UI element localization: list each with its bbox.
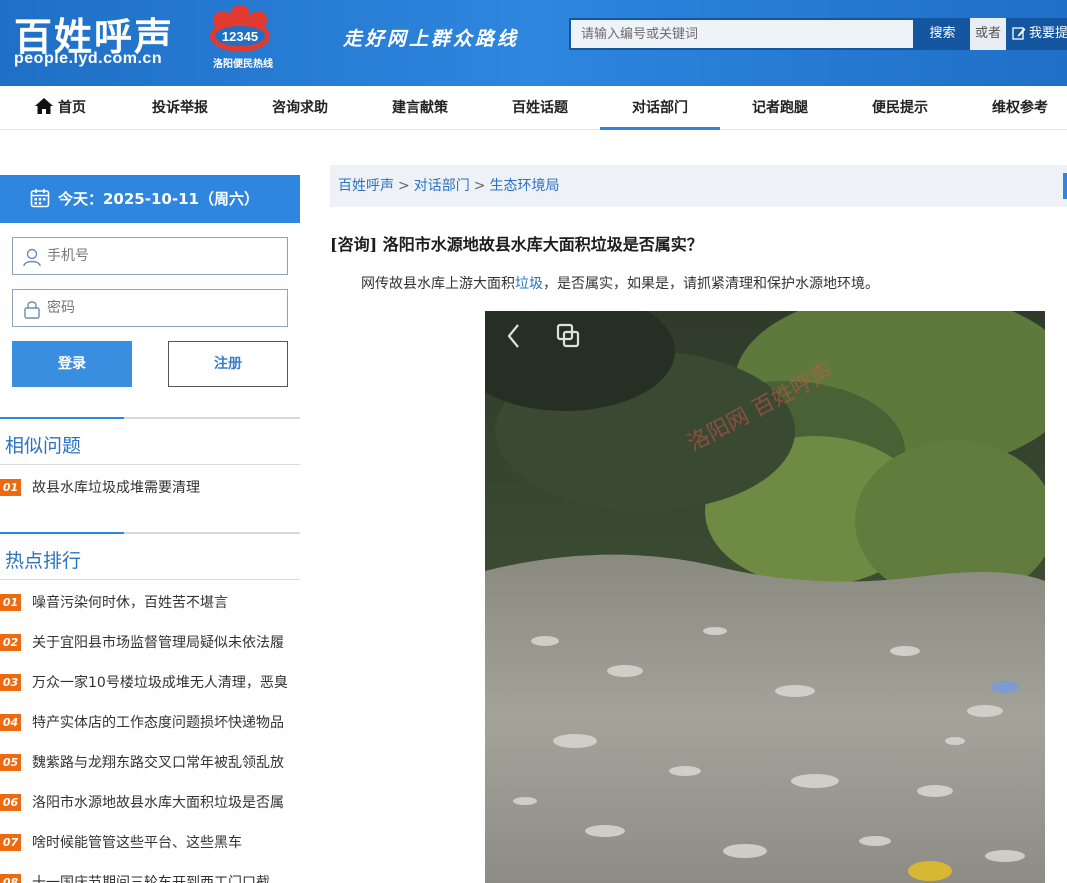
section-title: 相似问题 xyxy=(5,435,82,457)
article-body-text: ，是否属实，如果是，请抓紧清理和保护水源地环境。 xyxy=(543,276,879,292)
rank-number: 01 xyxy=(0,594,21,611)
list-item[interactable]: 06 洛阳市水源地故县水库大面积垃圾是否属 xyxy=(0,782,300,822)
edit-icon xyxy=(1012,27,1026,40)
rank-number: 08 xyxy=(0,874,21,883)
article-title: [咨询] 洛阳市水源地故县水库大面积垃圾是否属实？ xyxy=(330,231,703,255)
hot-ranking-header: 热点排行 xyxy=(0,532,300,580)
list-item[interactable]: 07 啥时候能管管这些平台、这些黑车 xyxy=(0,822,300,862)
list-item[interactable]: 03 万众一家10号楼垃圾成堆无人清理，恶臭 xyxy=(0,662,300,702)
similar-questions-list: 01 故县水库垃圾成堆需要清理 xyxy=(0,467,300,507)
list-item[interactable]: 02 关于宜阳县市场监督管理局疑似未依法履 xyxy=(0,622,300,662)
rank-number: 04 xyxy=(0,714,21,731)
list-item-text[interactable]: 洛阳市水源地故县水库大面积垃圾是否属 xyxy=(32,792,294,812)
article-tag: [咨询] xyxy=(330,235,378,254)
user-icon xyxy=(23,248,41,267)
list-item[interactable]: 08 十一国庆节期间三轮车开到西工门口截 xyxy=(0,862,300,883)
section-accent xyxy=(0,532,124,534)
breadcrumb-link[interactable]: 百姓呼声 xyxy=(338,178,394,194)
list-item-text[interactable]: 魏紫路与龙翔东路交叉口常年被乱领乱放 xyxy=(32,752,294,772)
list-item[interactable]: 05 魏紫路与龙翔东路交叉口常年被乱领乱放 xyxy=(0,742,300,782)
list-item[interactable]: 01 故县水库垃圾成堆需要清理 xyxy=(0,467,300,507)
date-bar: 今天：2025-10-11（周六） xyxy=(0,175,300,223)
breadcrumb-link[interactable]: 对话部门 xyxy=(414,178,470,194)
rank-number: 07 xyxy=(0,834,21,851)
list-item-text[interactable]: 啥时候能管管这些平台、这些黑车 xyxy=(32,832,294,852)
list-item-text[interactable]: 故县水库垃圾成堆需要清理 xyxy=(32,477,294,497)
nav-item-departments[interactable]: 对话部门 xyxy=(600,86,720,130)
list-item-text[interactable]: 特产实体店的工作态度问题损坏快递物品 xyxy=(32,712,294,732)
login-button[interactable]: 登录 xyxy=(12,341,132,387)
nav-item-reporter[interactable]: 记者跑腿 xyxy=(720,86,840,130)
site-slogan: 走好网上群众路线 xyxy=(343,28,520,50)
list-item-text[interactable]: 噪音污染何时休，百姓苦不堪言 xyxy=(32,592,294,612)
search-input[interactable] xyxy=(571,20,913,48)
article-photo: 洛阳网 百姓呼声 xyxy=(485,311,1045,883)
site-header: 百姓呼声 people.lyd.com.cn 12345 洛阳便民热线 走好网上… xyxy=(0,0,1067,86)
search-button[interactable]: 搜索 xyxy=(915,18,970,50)
register-button[interactable]: 注册 xyxy=(168,341,288,387)
article-keyword-link[interactable]: 垃圾 xyxy=(515,276,543,292)
section-accent xyxy=(0,417,124,419)
nav-item-consult[interactable]: 咨询求助 xyxy=(240,86,360,130)
home-icon xyxy=(35,98,53,114)
article-title-text: 洛阳市水源地故县水库大面积垃圾是否属实？ xyxy=(382,235,703,254)
nav-item-suggestion[interactable]: 建言献策 xyxy=(360,86,480,130)
article-body-text: 网传故县水库上游大面积 xyxy=(361,276,515,292)
rank-number: 02 xyxy=(0,634,21,651)
lock-icon xyxy=(24,301,40,319)
calendar-icon xyxy=(30,189,50,208)
password-field xyxy=(12,289,288,327)
or-label: 或者 xyxy=(970,18,1006,50)
reservoir-garbage-image: 洛阳网 百姓呼声 xyxy=(485,311,1045,883)
search-box xyxy=(569,18,915,50)
phone-input[interactable] xyxy=(47,238,283,274)
nav-item-rights[interactable]: 维权参考 xyxy=(960,86,1067,130)
similar-questions-header: 相似问题 xyxy=(0,417,300,465)
phone-field xyxy=(12,237,288,275)
nav-item-complaint[interactable]: 投诉举报 xyxy=(120,86,240,130)
nav-item-topics[interactable]: 百姓话题 xyxy=(480,86,600,130)
rank-number: 05 xyxy=(0,754,21,771)
nav-label: 首页 xyxy=(58,100,86,116)
breadcrumb-separator: > xyxy=(473,178,486,194)
rank-number: 06 xyxy=(0,794,21,811)
rank-number: 01 xyxy=(0,479,21,496)
ask-question-label: 我要提 xyxy=(1029,26,1067,41)
breadcrumb-edge xyxy=(1063,173,1067,199)
breadcrumb-separator: > xyxy=(398,178,410,194)
badge-caption: 洛阳便民热线 xyxy=(213,59,273,70)
badge-number: 12345 xyxy=(222,29,258,44)
hot-ranking-list: 01 噪音污染何时休，百姓苦不堪言 02 关于宜阳县市场监督管理局疑似未依法履 … xyxy=(0,582,300,883)
article-body: 网传故县水库上游大面积垃圾，是否属实，如果是，请抓紧清理和保护水源地环境。 xyxy=(361,273,879,293)
nav-item-home[interactable]: 首页 xyxy=(0,86,120,130)
breadcrumb-link[interactable]: 生态环境局 xyxy=(489,178,559,194)
list-item-text[interactable]: 关于宜阳县市场监督管理局疑似未依法履 xyxy=(32,632,294,652)
site-logo-url[interactable]: people.lyd.com.cn xyxy=(14,50,162,68)
rank-number: 03 xyxy=(0,674,21,691)
list-item[interactable]: 01 噪音污染何时休，百姓苦不堪言 xyxy=(0,582,300,622)
list-item-text[interactable]: 万众一家10号楼垃圾成堆无人清理，恶臭 xyxy=(32,672,294,692)
list-item[interactable]: 04 特产实体店的工作态度问题损坏快递物品 xyxy=(0,702,300,742)
nav-item-tips[interactable]: 便民提示 xyxy=(840,86,960,130)
breadcrumb: 百姓呼声 > 对话部门 > 生态环境局 xyxy=(330,165,1067,207)
section-title: 热点排行 xyxy=(5,550,82,572)
list-item-text[interactable]: 十一国庆节期间三轮车开到西工门口截 xyxy=(32,872,294,883)
date-text: 今天：2025-10-11（周六） xyxy=(58,190,259,208)
hotline-badge-icon: 12345 xyxy=(210,6,270,52)
ask-question-button[interactable]: 我要提 xyxy=(1006,18,1067,50)
main-nav: 首页 投诉举报 咨询求助 建言献策 百姓话题 对话部门 记者跑腿 便民提示 维权… xyxy=(0,86,1067,130)
password-input[interactable] xyxy=(47,290,283,326)
